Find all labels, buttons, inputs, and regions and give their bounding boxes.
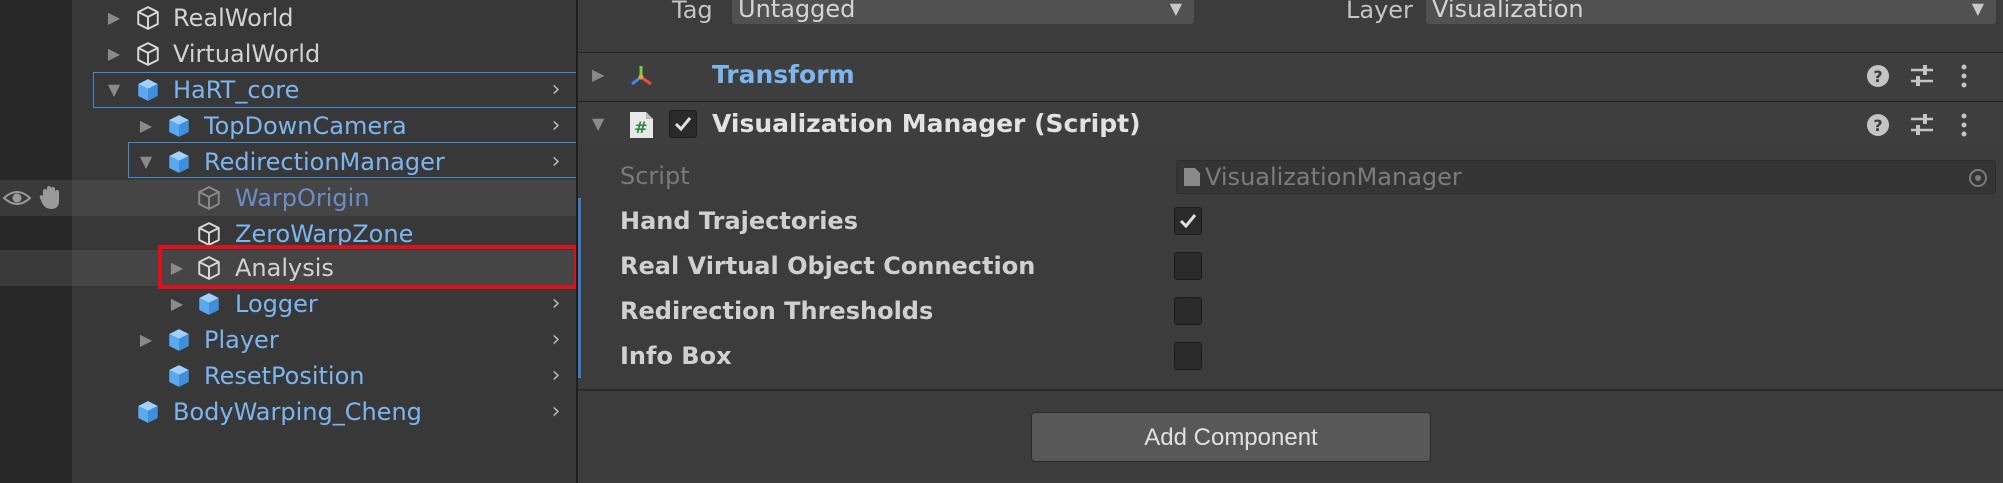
transform-axes-icon [631, 66, 652, 86]
hierarchy-item-label: RealWorld [173, 4, 294, 32]
layer-label: Layer [1346, 0, 1413, 24]
prefab-cube-icon [166, 327, 192, 353]
script-label: Script [620, 162, 690, 190]
object-picker-icon [1969, 169, 1987, 187]
tag-layer-row: Tag Untagged ▼ Layer Visualization ▼ [578, 0, 2003, 36]
help-icon[interactable]: ? [1864, 62, 1892, 90]
foldout-arrow-icon[interactable]: ▶ [105, 36, 123, 72]
foldout-expanded-icon[interactable]: ▼ [137, 144, 155, 180]
hierarchy-item-realworld[interactable]: ▶ RealWorld [0, 0, 576, 36]
add-component-button[interactable]: Add Component [1031, 412, 1431, 462]
inspector-panel: Tag Untagged ▼ Layer Visualization ▼ ▶ T… [578, 0, 2003, 483]
hierarchy-item-virtualworld[interactable]: ▶ VirtualWorld [0, 36, 576, 72]
dropdown-arrow-icon: ▼ [1971, 0, 1984, 18]
dropdown-arrow-icon: ▼ [1169, 0, 1182, 18]
gameobject-cube-icon [196, 221, 222, 247]
kebab-menu-icon[interactable] [1950, 111, 1978, 139]
visualization-manager-header[interactable]: ▼ # Visualization Manager (Script) ? [578, 101, 2003, 147]
layer-dropdown[interactable]: Visualization ▼ [1426, 0, 1996, 24]
tag-dropdown[interactable]: Untagged ▼ [732, 0, 1194, 24]
foldout-arrow-icon[interactable]: ▶ [137, 322, 155, 358]
redirection-thresholds-label: Redirection Thresholds [620, 297, 934, 325]
gutter-hover [0, 250, 72, 286]
hierarchy-item-label: BodyWarping_Cheng [173, 398, 422, 426]
foldout-arrow-icon[interactable]: ▶ [137, 108, 155, 144]
tag-label: Tag [672, 0, 713, 24]
hierarchy-panel: ▶ RealWorld ▶ VirtualWorld ▼ HaRT_core ›… [0, 0, 578, 483]
chevron-right-icon[interactable]: › [545, 322, 567, 358]
hierarchy-item-label: TopDownCamera [204, 112, 407, 140]
chevron-right-icon[interactable]: › [545, 108, 567, 144]
checkmark-icon [674, 117, 692, 132]
component-enabled-checkbox[interactable] [669, 110, 697, 138]
svg-text:#: # [634, 118, 647, 137]
prefab-cube-icon [135, 77, 161, 103]
hierarchy-item-label: Player [204, 326, 279, 354]
info-box-checkbox[interactable] [1174, 342, 1202, 370]
foldout-expanded-icon[interactable]: ▼ [592, 102, 604, 146]
chevron-right-icon[interactable]: › [545, 72, 567, 108]
prefab-cube-icon [135, 399, 161, 425]
chevron-right-icon[interactable]: › [545, 286, 567, 322]
foldout-arrow-icon[interactable]: ▶ [105, 0, 123, 36]
info-box-label: Info Box [620, 342, 732, 370]
hierarchy-item-label: HaRT_core [173, 76, 300, 104]
hierarchy-item-hart-core[interactable]: ▼ HaRT_core › [0, 72, 577, 108]
hierarchy-item-label: RedirectionManager [204, 148, 445, 176]
foldout-expanded-icon[interactable]: ▼ [105, 72, 123, 108]
hierarchy-item-redirectionmanager[interactable]: ▼ RedirectionManager › [0, 142, 577, 180]
script-file-icon [1184, 168, 1200, 186]
prefab-row-outline [93, 72, 577, 108]
hand-trajectories-checkbox[interactable] [1174, 207, 1202, 235]
layer-dropdown-value: Visualization [1432, 0, 1584, 23]
svg-text:?: ? [1873, 67, 1882, 86]
tag-dropdown-value: Untagged [738, 0, 856, 23]
gameobject-cube-icon [135, 41, 161, 67]
hierarchy-item-resetposition[interactable]: ResetPosition › [0, 358, 576, 394]
hierarchy-item-warporigin[interactable]: WarpOrigin [0, 180, 576, 216]
foldout-arrow-icon[interactable]: ▶ [168, 286, 186, 322]
hierarchy-item-label: VirtualWorld [173, 40, 321, 68]
script-object-field: VisualizationManager [1176, 160, 1996, 194]
hierarchy-item-logger[interactable]: ▶ Logger › [0, 286, 576, 322]
modified-indicator-bar [578, 198, 581, 378]
gameobject-cube-icon [196, 185, 222, 211]
hierarchy-item-topdowncamera[interactable]: ▶ TopDownCamera › [0, 107, 577, 144]
hierarchy-item-bodywarping-cheng[interactable]: BodyWarping_Cheng › [0, 394, 576, 430]
hand-icon[interactable] [38, 185, 64, 211]
component-title: Visualization Manager (Script) [712, 109, 1141, 138]
chevron-right-icon[interactable]: › [545, 144, 567, 180]
prefab-cube-icon [166, 363, 192, 389]
eye-icon[interactable] [2, 187, 32, 209]
kebab-menu-icon[interactable] [1950, 62, 1978, 90]
prefab-cube-icon [196, 291, 222, 317]
selection-highlight-box [158, 245, 578, 289]
presets-icon[interactable] [1908, 62, 1936, 90]
svg-text:?: ? [1873, 116, 1882, 135]
script-value: VisualizationManager [1205, 163, 1462, 191]
foldout-arrow-icon[interactable]: ▶ [592, 53, 604, 97]
checkmark-icon [1179, 214, 1197, 229]
redirection-thresholds-checkbox[interactable] [1174, 297, 1202, 325]
hand-trajectories-label: Hand Trajectories [620, 207, 858, 235]
real-virtual-object-connection-checkbox[interactable] [1174, 252, 1202, 280]
hierarchy-item-player[interactable]: ▶ Player › [0, 322, 576, 358]
chevron-right-icon[interactable]: › [545, 358, 567, 394]
transform-title: Transform [712, 60, 855, 89]
hierarchy-item-label: WarpOrigin [235, 184, 370, 212]
component-separator [578, 389, 2003, 391]
prefab-cube-icon [166, 149, 192, 175]
help-icon[interactable]: ? [1864, 111, 1892, 139]
hierarchy-item-label: Logger [235, 290, 318, 318]
real-virtual-object-connection-label: Real Virtual Object Connection [620, 252, 1036, 280]
hierarchy-item-label: ResetPosition [204, 362, 365, 390]
transform-component-header[interactable]: ▶ Transform ? [578, 52, 2003, 98]
script-hash-icon: # [630, 112, 653, 138]
gameobject-cube-icon [135, 5, 161, 31]
chevron-right-icon[interactable]: › [545, 394, 567, 430]
presets-icon[interactable] [1908, 111, 1936, 139]
prefab-cube-icon [166, 113, 192, 139]
